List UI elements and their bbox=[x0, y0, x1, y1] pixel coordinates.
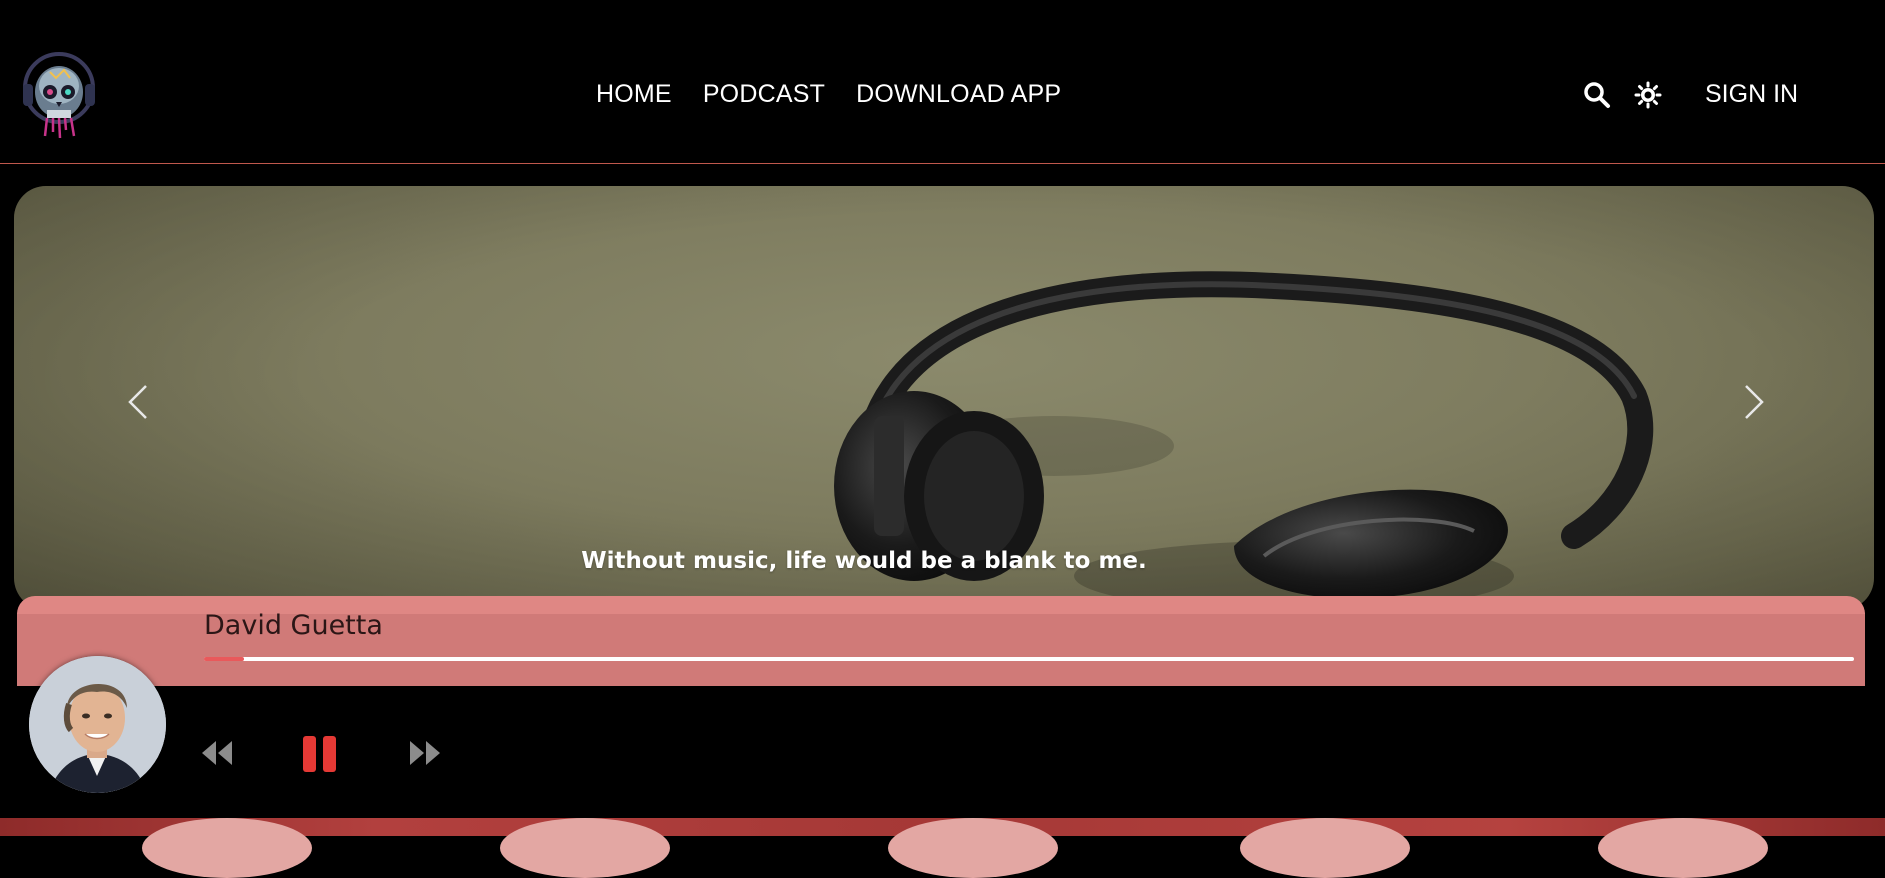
avatar-image bbox=[29, 656, 166, 793]
artist-thumb[interactable] bbox=[1240, 818, 1410, 878]
progress-fill bbox=[204, 657, 244, 661]
hero-carousel: Without music, life would be a blank to … bbox=[14, 186, 1874, 610]
chevron-right-icon[interactable] bbox=[1738, 382, 1770, 422]
sign-in-link[interactable]: SIGN IN bbox=[1705, 80, 1798, 109]
artist-thumb[interactable] bbox=[142, 818, 312, 878]
nav-home-link[interactable]: HOME bbox=[596, 80, 672, 109]
site-header: HOME PODCAST DOWNLOAD APP SIGN IN bbox=[0, 0, 1885, 164]
main-nav: HOME PODCAST DOWNLOAD APP bbox=[596, 80, 1061, 109]
artist-thumb[interactable] bbox=[888, 818, 1058, 878]
artist-thumb[interactable] bbox=[500, 818, 670, 878]
theme-toggle-icon[interactable] bbox=[1634, 81, 1662, 109]
artist-avatar bbox=[29, 656, 166, 793]
rewind-icon[interactable] bbox=[200, 739, 234, 767]
pause-icon[interactable] bbox=[302, 735, 338, 773]
nav-podcast-link[interactable]: PODCAST bbox=[703, 80, 825, 109]
chevron-left-icon[interactable] bbox=[122, 382, 154, 422]
hero-caption: Without music, life would be a blank to … bbox=[14, 548, 1874, 574]
progress-track[interactable] bbox=[204, 657, 1854, 661]
hero-caption-text: Without music, life would be a blank to … bbox=[581, 548, 1147, 574]
logo-skull-icon[interactable] bbox=[20, 50, 98, 138]
fast-forward-icon[interactable] bbox=[408, 739, 442, 767]
nav-download-app-link[interactable]: DOWNLOAD APP bbox=[856, 80, 1061, 109]
player-artist-name: David Guetta bbox=[204, 610, 383, 641]
search-icon[interactable] bbox=[1583, 81, 1611, 109]
artist-thumb[interactable] bbox=[1598, 818, 1768, 878]
